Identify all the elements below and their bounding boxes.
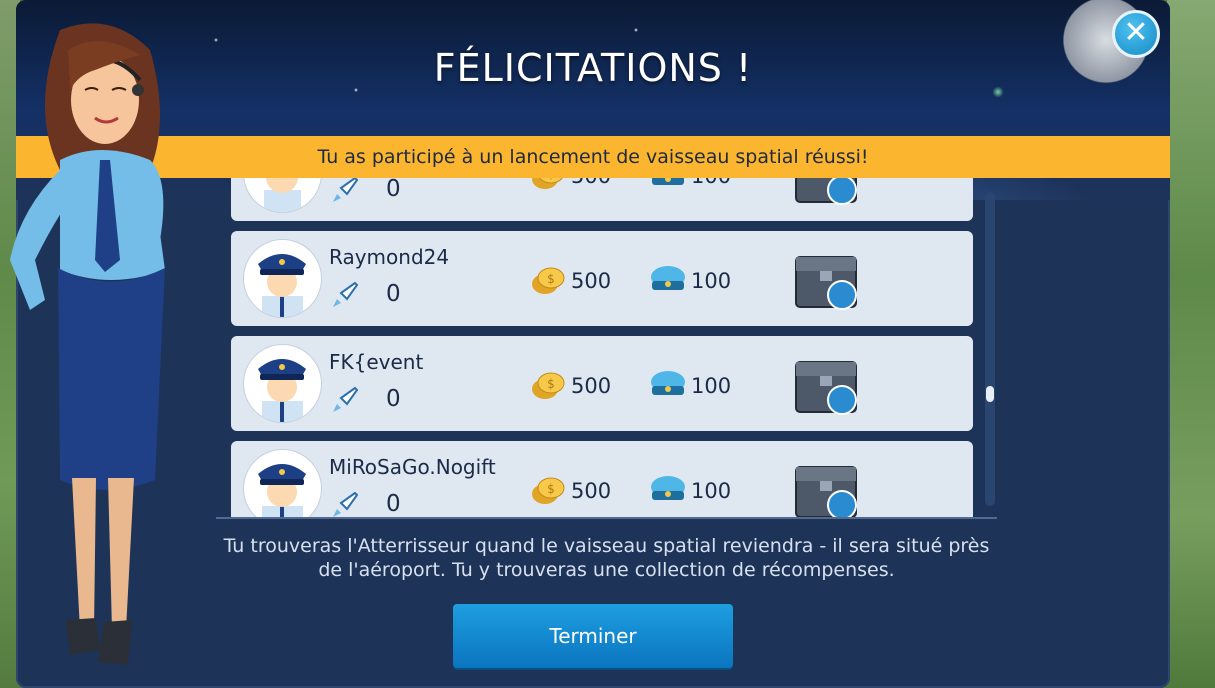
list-scrollbar[interactable] — [985, 192, 995, 506]
rocket-icon — [333, 178, 359, 202]
player-row: Raymond24 0 $ 500 100 — [231, 231, 973, 326]
rocket-icon — [333, 281, 359, 307]
pilot-avatar-icon — [243, 239, 322, 318]
player-score: 0 — [386, 386, 401, 412]
footer-info-text: Tu trouveras l'Atterrisseur quand le vai… — [223, 535, 990, 581]
pilot-cap-icon — [651, 371, 685, 395]
close-icon: ✕ — [1123, 15, 1149, 50]
player-row: 0 $ 500 100 — [231, 178, 973, 221]
svg-text:$: $ — [547, 482, 555, 496]
pilot-cap-icon — [651, 266, 685, 290]
coins-icon: $ — [532, 267, 565, 294]
finish-button[interactable]: Terminer — [453, 604, 733, 668]
close-button[interactable]: ✕ — [1112, 10, 1160, 58]
rocket-icon — [333, 386, 359, 412]
coins-reward: 500 — [571, 269, 612, 293]
treasure-chest-icon — [795, 466, 857, 518]
caps-reward: 100 — [691, 178, 731, 188]
player-row: MiRoSaGo.Nogift 0 $ 500 100 — [231, 441, 973, 518]
pilot-avatar-icon — [243, 344, 322, 423]
treasure-chest-icon — [795, 256, 857, 310]
player-name: Raymond24 — [329, 245, 450, 269]
player-score: 0 — [386, 178, 401, 202]
player-name: MiRoSaGo.Nogift — [329, 455, 496, 479]
pilot-avatar-icon — [243, 449, 322, 518]
svg-text:$: $ — [547, 377, 555, 391]
svg-text:$: $ — [547, 178, 555, 181]
coins-reward: 500 — [571, 178, 611, 188]
player-score: 0 — [386, 281, 401, 307]
player-score: 0 — [386, 491, 401, 517]
pilot-cap-icon — [652, 178, 684, 185]
coins-icon: $ — [532, 477, 565, 504]
pilot-avatar-icon — [243, 178, 322, 213]
game-map-background-right — [1167, 0, 1215, 688]
caps-reward: 100 — [691, 269, 732, 293]
player-reward-list[interactable]: 0 $ 500 100 Raymond24 0 $ 500 100 — [216, 178, 1006, 518]
flight-attendant-character-icon — [10, 23, 165, 665]
caps-reward: 100 — [691, 479, 732, 503]
coins-reward: 500 — [571, 479, 612, 503]
coins-reward: 500 — [571, 374, 612, 398]
scrollbar-thumb[interactable] — [986, 386, 994, 402]
player-name: FK{event — [329, 350, 424, 374]
player-row: FK{event 0 $ 500 100 — [231, 336, 973, 431]
coins-icon: $ — [532, 372, 565, 399]
rocket-icon — [333, 491, 359, 517]
svg-text:$: $ — [547, 272, 555, 286]
coins-icon: $ — [532, 178, 563, 189]
treasure-chest-icon — [795, 178, 857, 205]
pilot-cap-icon — [651, 476, 685, 500]
treasure-chest-icon — [795, 361, 857, 415]
divider — [216, 517, 997, 519]
caps-reward: 100 — [691, 374, 732, 398]
